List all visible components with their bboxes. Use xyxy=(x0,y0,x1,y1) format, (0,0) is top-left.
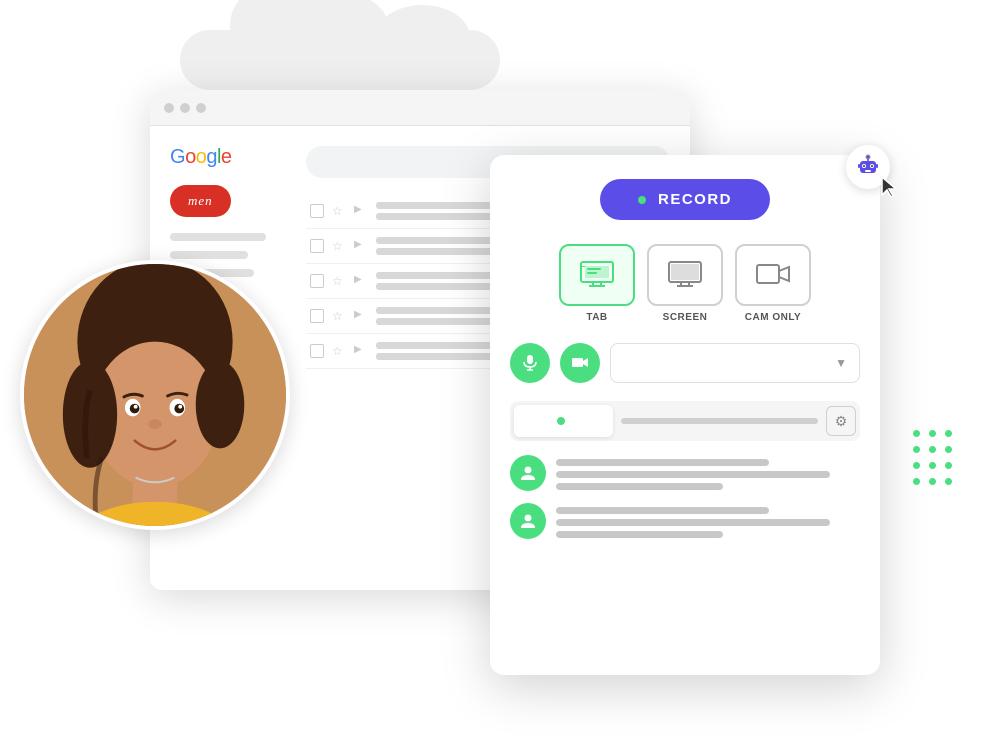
user-line xyxy=(556,459,769,466)
mascot-button[interactable] xyxy=(846,145,890,189)
user-rows xyxy=(510,455,860,539)
decoration-dot xyxy=(945,430,952,437)
browser-titlebar xyxy=(150,90,690,126)
user-avatar xyxy=(510,455,546,491)
user-content xyxy=(556,503,860,538)
tab-bar: ⚙ xyxy=(510,401,860,441)
mode-label-tab: TAB xyxy=(586,312,607,323)
decoration-dot xyxy=(913,462,920,469)
user-line xyxy=(556,483,723,490)
user-line xyxy=(556,519,830,526)
sidebar-line xyxy=(170,233,266,241)
mode-option-screen[interactable]: SCREEN xyxy=(647,244,723,323)
browser-dot-red xyxy=(164,103,174,113)
user-line xyxy=(556,531,723,538)
mode-option-cam-only[interactable]: CAM ONLY xyxy=(735,244,811,323)
email-checkbox[interactable] xyxy=(310,344,324,358)
settings-button[interactable]: ⚙ xyxy=(826,406,856,436)
microphone-icon xyxy=(521,354,539,372)
star-icon[interactable]: ☆ xyxy=(332,239,346,253)
record-dot xyxy=(638,196,646,204)
mode-icon-box-tab[interactable] xyxy=(559,244,635,306)
tab-active-dot xyxy=(557,417,565,425)
arrow-icon: ▶ xyxy=(354,204,368,218)
camera-toggle-button[interactable] xyxy=(560,343,600,383)
screen-icon xyxy=(667,260,703,290)
tab-item-active[interactable] xyxy=(514,405,613,437)
decoration-dot xyxy=(913,446,920,453)
star-icon[interactable]: ☆ xyxy=(332,309,346,323)
user-content xyxy=(556,455,860,490)
email-checkbox[interactable] xyxy=(310,309,324,323)
person-photo xyxy=(20,260,290,530)
sidebar-line xyxy=(170,251,248,259)
user-line xyxy=(556,471,830,478)
decoration-dot xyxy=(913,478,920,485)
decoration-dot xyxy=(945,478,952,485)
decoration-dot xyxy=(929,462,936,469)
arrow-icon: ▶ xyxy=(354,239,368,253)
email-checkbox[interactable] xyxy=(310,274,324,288)
arrow-icon: ▶ xyxy=(354,344,368,358)
decoration-dot xyxy=(929,446,936,453)
scene: Google men ☆ ▶ xyxy=(0,0,990,747)
microphone-button[interactable] xyxy=(510,343,550,383)
decoration-dot xyxy=(945,462,952,469)
email-checkbox[interactable] xyxy=(310,239,324,253)
dots-decoration xyxy=(913,430,955,488)
user-row xyxy=(510,455,860,491)
star-icon[interactable]: ☆ xyxy=(332,204,346,218)
browser-dot-yellow xyxy=(180,103,190,113)
mode-option-tab[interactable]: TAB xyxy=(559,244,635,323)
user-row xyxy=(510,503,860,539)
record-button[interactable]: RECORD xyxy=(600,179,770,220)
camera-icon xyxy=(571,354,589,372)
user-line xyxy=(556,507,769,514)
user-icon xyxy=(519,512,537,530)
mode-label-cam-only: CAM ONLY xyxy=(745,312,801,323)
mode-icon-box-cam-only[interactable] xyxy=(735,244,811,306)
arrow-icon: ▶ xyxy=(354,309,368,323)
chevron-down-icon: ▼ xyxy=(835,356,847,370)
email-checkbox[interactable] xyxy=(310,204,324,218)
star-icon[interactable]: ☆ xyxy=(332,344,346,358)
cloud-decoration xyxy=(180,0,500,90)
user-icon xyxy=(519,464,537,482)
google-logo: Google xyxy=(170,146,290,169)
audio-row: ▼ xyxy=(510,343,860,383)
decoration-dot xyxy=(929,478,936,485)
robot-icon xyxy=(854,153,882,181)
decoration-dot xyxy=(929,430,936,437)
user-avatar xyxy=(510,503,546,539)
person-face xyxy=(24,260,286,530)
tab-line xyxy=(621,418,818,424)
decoration-dot xyxy=(913,430,920,437)
compose-button[interactable]: men xyxy=(170,185,231,217)
tab-icon xyxy=(579,260,615,290)
camera-dropdown[interactable]: ▼ xyxy=(610,343,860,383)
mode-icon-box-screen[interactable] xyxy=(647,244,723,306)
browser-dot-green xyxy=(196,103,206,113)
cam-only-icon xyxy=(755,260,791,290)
star-icon[interactable]: ☆ xyxy=(332,274,346,288)
record-button-label: RECORD xyxy=(658,191,732,208)
arrow-icon: ▶ xyxy=(354,274,368,288)
mode-options: TAB SCREEN xyxy=(510,244,860,323)
person-placeholder xyxy=(24,264,286,526)
decoration-dot xyxy=(945,446,952,453)
mode-label-screen: SCREEN xyxy=(663,312,708,323)
popup-panel: RECORD xyxy=(490,155,880,675)
